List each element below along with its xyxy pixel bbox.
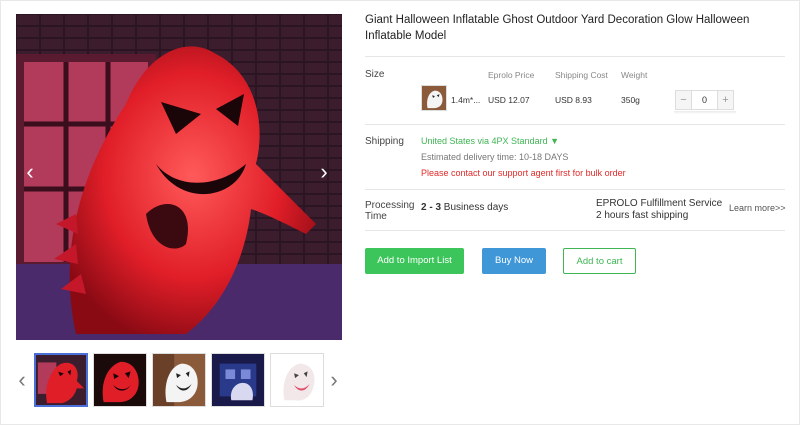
processing-label-line2: Time <box>365 211 387 222</box>
variant-price: USD 12.07 <box>488 95 530 105</box>
thumbnail-ghost-blue-house[interactable] <box>211 353 265 407</box>
bulk-order-warning: Please contact our support agent first f… <box>421 168 626 178</box>
shipping-divider <box>365 189 785 190</box>
processing-days-range: 2 - 3 <box>421 202 442 213</box>
shipping-label: Shipping <box>365 136 404 147</box>
size-divider <box>365 124 785 125</box>
thumbnail-red-ghost-night[interactable] <box>93 353 147 407</box>
quantity-stepper: − 0 + <box>675 90 734 110</box>
gallery-next-arrow[interactable]: › <box>314 160 334 184</box>
variant-shipping: USD 8.93 <box>555 95 592 105</box>
estimated-delivery: Estimated delivery time: 10-18 DAYS <box>421 152 569 162</box>
quantity-plus-button[interactable]: + <box>718 91 733 109</box>
thumbnail-white-ghost-plain[interactable] <box>270 353 324 407</box>
variant-name[interactable]: 1.4m*... <box>451 95 480 105</box>
thumbnail-next-arrow[interactable]: › <box>326 366 342 394</box>
quantity-minus-button[interactable]: − <box>676 91 691 109</box>
col-shipping-cost: Shipping Cost <box>555 70 608 80</box>
processing-time-label: Processing Time <box>365 200 414 222</box>
variant-thumbnail[interactable] <box>421 85 447 111</box>
buy-now-button[interactable]: Buy Now <box>482 248 546 274</box>
shipping-method-select[interactable]: United States via 4PX Standard ▼ <box>421 136 559 146</box>
processing-label-line1: Processing <box>365 200 415 211</box>
main-product-image <box>16 14 342 340</box>
add-to-import-list-button[interactable]: Add to Import List <box>365 248 464 274</box>
add-to-cart-button[interactable]: Add to cart <box>563 248 636 274</box>
fulfillment-service: EPROLO Fulfillment Service 2 hours fast … <box>596 198 722 221</box>
thumbnail-red-ghost-window[interactable] <box>34 353 88 407</box>
col-weight: Weight <box>621 70 648 80</box>
processing-days: 2 - 3 Business days <box>421 202 508 213</box>
gallery-prev-arrow[interactable]: ‹ <box>20 160 40 184</box>
col-eprolo-price: Eprolo Price <box>488 70 535 80</box>
processing-days-unit: Business days <box>441 202 509 213</box>
learn-more-link[interactable]: Learn more>> <box>729 203 786 213</box>
title-divider <box>365 56 785 57</box>
service-name: EPROLO Fulfillment Service <box>596 198 723 209</box>
quantity-input[interactable]: 0 <box>691 91 718 109</box>
stepper-shadow <box>674 111 736 114</box>
size-label: Size <box>365 69 385 80</box>
thumbnail-white-ghost-window[interactable] <box>152 353 206 407</box>
service-subtitle: 2 hours fast shipping <box>596 209 689 221</box>
processing-divider <box>365 230 785 231</box>
ghost-window-illustration <box>16 14 342 340</box>
variant-weight: 350g <box>621 95 640 105</box>
thumbnail-prev-arrow[interactable]: ‹ <box>14 366 30 394</box>
product-title: Giant Halloween Inflatable Ghost Outdoor… <box>365 14 750 42</box>
